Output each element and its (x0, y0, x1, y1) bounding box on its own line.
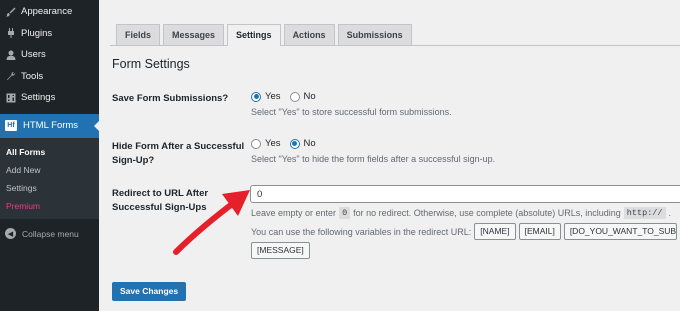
label-line: Sign-Up? (112, 155, 155, 166)
help-text: . (668, 208, 672, 218)
settings-icon (5, 92, 16, 103)
save-submissions-yes-radio[interactable] (251, 91, 261, 102)
hide-form-radios: Yes No (251, 138, 325, 149)
hide-form-description: Select "Yes" to hide the form fields aft… (251, 154, 496, 164)
help-text: for no redirect. Otherwise, use complete… (353, 208, 621, 218)
menu-item-label: Plugins (21, 27, 53, 39)
save-submissions-radios: Yes No (251, 91, 325, 102)
menu-item-users[interactable]: Users (0, 44, 99, 66)
help-text: Leave empty or enter (251, 208, 337, 218)
variable-subscribe-button[interactable]: [DO_YOU_WANT_TO_SUBSCRIBE] (563, 223, 677, 240)
submenu-premium[interactable]: Premium (0, 197, 99, 215)
tab-settings[interactable]: Settings (227, 24, 281, 46)
radio-label: No (303, 138, 316, 149)
radio-label: Yes (265, 91, 281, 102)
plugin-icon (5, 28, 16, 39)
form-tabs: Fields Messages Settings Actions Submiss… (116, 24, 412, 46)
redirect-url-input[interactable] (250, 185, 680, 203)
radio-label: Yes (265, 138, 281, 149)
redirect-variables-row-2: [MESSAGE] (251, 242, 310, 259)
hide-form-label: Hide Form After a Successful Sign-Up? (112, 140, 244, 168)
tab-submissions[interactable]: Submissions (337, 24, 412, 45)
menu-item-label: Users (21, 49, 46, 61)
menu-item-label: HTML Forms (23, 120, 79, 131)
annotation-arrow-icon (173, 190, 250, 255)
menu-item-appearance[interactable]: Appearance (0, 1, 99, 23)
submenu-settings[interactable]: Settings (0, 179, 99, 197)
help-code: http:// (623, 207, 666, 219)
wrench-icon (5, 71, 16, 82)
menu-item-label: Appearance (21, 6, 73, 18)
menu-item-label: Tools (21, 70, 44, 82)
hide-form-no-radio[interactable] (289, 138, 300, 149)
variable-name-button[interactable]: [NAME] (474, 223, 516, 240)
save-changes-button[interactable]: Save Changes (112, 282, 187, 301)
menu-item-tools[interactable]: Tools (0, 66, 99, 88)
tab-actions[interactable]: Actions (283, 24, 335, 45)
tab-messages[interactable]: Messages (163, 24, 225, 45)
label-line: Hide Form After a Successful (112, 141, 245, 152)
save-submissions-description: Select "Yes" to store successful form su… (251, 107, 452, 117)
tab-fields[interactable]: Fields (116, 24, 161, 45)
variable-message-button[interactable]: [MESSAGE] (251, 242, 310, 259)
menu-item-plugins[interactable]: Plugins (0, 23, 99, 45)
html-forms-logo-icon: Hf (5, 120, 17, 131)
save-submissions-label: Save Form Submissions? (112, 93, 229, 104)
save-submissions-no-radio[interactable] (289, 91, 300, 102)
users-icon (5, 49, 16, 60)
submenu-all-forms[interactable]: All Forms (0, 143, 99, 161)
radio-label: No (303, 91, 316, 102)
redirect-help-text: Leave empty or enter 0 for no redirect. … (251, 207, 671, 219)
variables-text: You can use the following variables in t… (251, 226, 472, 237)
collapse-menu-label: Collapse menu (22, 228, 79, 239)
paintbrush-icon (5, 6, 16, 17)
menu-item-label: Settings (21, 92, 56, 104)
html-forms-submenu: All Forms Add New Settings Premium (0, 137, 99, 219)
admin-sidebar: Appearance Plugins Users Tools Settings … (0, 0, 100, 311)
collapse-menu-button[interactable]: ◀ Collapse menu (0, 223, 99, 245)
submenu-add-new[interactable]: Add New (0, 161, 99, 179)
redirect-variables-row: You can use the following variables in t… (251, 223, 677, 240)
collapse-arrow-icon: ◀ (5, 228, 16, 239)
section-title: Form Settings (112, 57, 190, 71)
menu-item-settings[interactable]: Settings (0, 87, 99, 109)
menu-item-html-forms[interactable]: Hf HTML Forms (0, 113, 100, 138)
variable-email-button[interactable]: [EMAIL] (518, 223, 561, 240)
hide-form-yes-radio[interactable] (251, 138, 261, 149)
help-code: 0 (339, 207, 351, 219)
